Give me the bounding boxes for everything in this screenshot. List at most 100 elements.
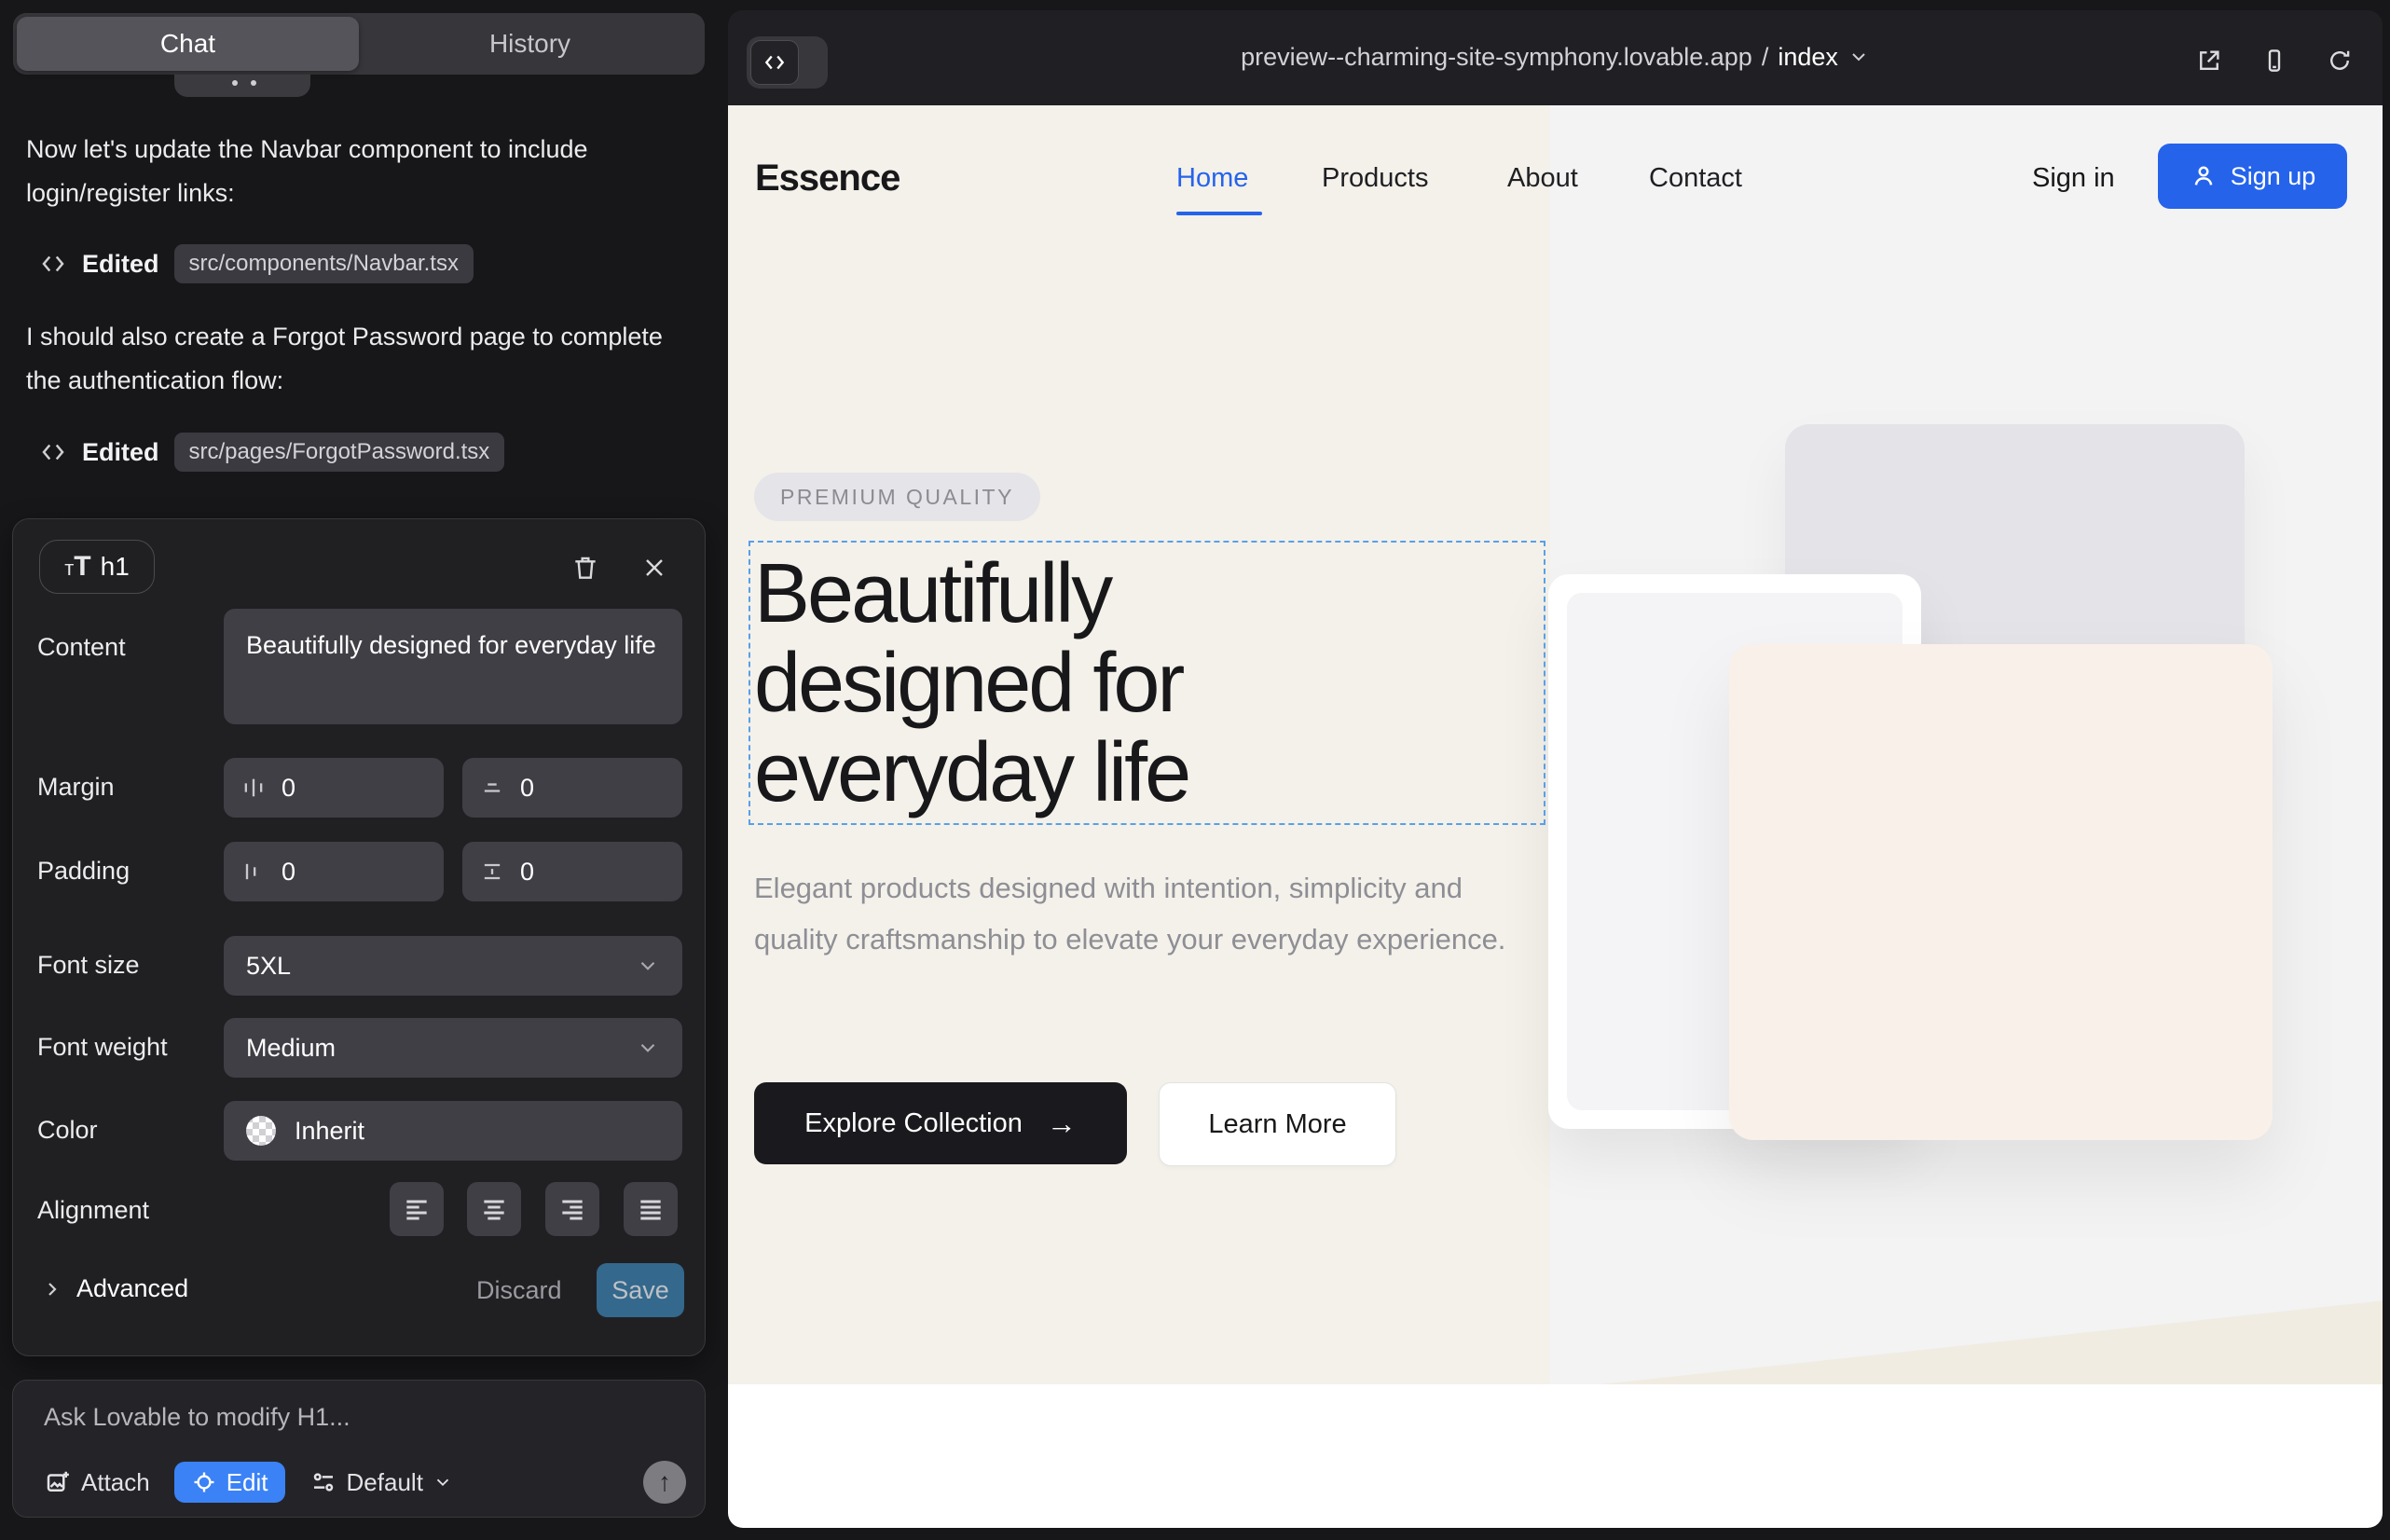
font-weight-label: Font weight (37, 1033, 168, 1062)
margin-vertical-icon (479, 775, 505, 801)
composer-toolbar: Attach Edit Default (44, 1461, 686, 1504)
element-editor-panel: тT h1 Content Beautifully designed for e… (12, 518, 706, 1356)
align-center-icon (479, 1194, 509, 1224)
person-icon (2190, 162, 2218, 190)
edit-label: Edit (227, 1468, 268, 1497)
padding-y-input[interactable]: 0 (462, 842, 682, 901)
premium-quality-badge: PREMIUM QUALITY (754, 473, 1040, 521)
trash-icon (570, 553, 600, 583)
url-separator: / (1762, 43, 1769, 72)
chat-message: I should also create a Forgot Password p… (26, 315, 679, 403)
element-tag-badge: тT h1 (39, 540, 155, 594)
edited-label: Edited (82, 438, 159, 467)
hero-paragraph: Elegant products designed with intention… (754, 862, 1509, 965)
tab-history[interactable]: History (359, 17, 701, 71)
code-toggle-segment[interactable] (750, 40, 799, 85)
color-value: Inherit (295, 1117, 364, 1146)
nav-link-home[interactable]: Home (1176, 163, 1248, 194)
chevron-down-icon (1847, 46, 1870, 68)
color-label: Color (37, 1116, 98, 1145)
composer-input[interactable]: Ask Lovable to modify H1... (44, 1403, 350, 1432)
chevron-down-icon (433, 1472, 453, 1492)
close-icon (639, 553, 669, 583)
edit-mode-button[interactable]: Edit (174, 1462, 285, 1503)
chat-composer[interactable]: Ask Lovable to modify H1... Attach Edit … (12, 1380, 706, 1518)
decorative-card-cream (1729, 644, 2273, 1140)
padding-x-value: 0 (282, 858, 295, 887)
font-weight-value: Medium (246, 1034, 336, 1063)
refresh-button[interactable] (2323, 44, 2356, 77)
chat-message: Now let's update the Navbar component to… (26, 128, 679, 215)
padding-vertical-icon (479, 859, 505, 885)
font-weight-select[interactable]: Medium (224, 1018, 682, 1078)
align-justify-icon (636, 1194, 666, 1224)
nav-link-about[interactable]: About (1507, 163, 1578, 194)
nav-link-contact[interactable]: Contact (1649, 163, 1742, 194)
transparency-swatch-icon (246, 1116, 276, 1146)
open-external-button[interactable] (2192, 44, 2226, 77)
arrow-right-icon: → (1047, 1107, 1077, 1141)
explore-collection-button[interactable]: Explore Collection → (754, 1082, 1127, 1164)
site-logo[interactable]: Essence (755, 158, 900, 199)
margin-x-value: 0 (282, 774, 295, 803)
code-preview-toggle[interactable] (747, 36, 828, 89)
attach-label: Attach (81, 1468, 150, 1497)
padding-horizontal-icon (240, 859, 267, 885)
advanced-toggle[interactable]: Advanced (41, 1274, 188, 1303)
site-preview: Essence Home Products About Contact Sign… (728, 105, 2383, 1528)
margin-x-input[interactable]: 0 (224, 758, 444, 818)
hero-heading[interactable]: Beautifully designed for everyday life (754, 549, 1188, 818)
edited-file-row[interactable]: Edited src/components/Navbar.tsx (39, 244, 474, 283)
chevron-down-icon (636, 954, 660, 978)
file-chip[interactable]: src/components/Navbar.tsx (174, 244, 474, 283)
send-button[interactable]: ↑ (643, 1461, 686, 1504)
delete-element-button[interactable] (565, 547, 606, 588)
align-left-button[interactable] (390, 1182, 444, 1236)
align-justify-button[interactable] (624, 1182, 678, 1236)
external-link-icon (2195, 47, 2223, 75)
explore-collection-label: Explore Collection (804, 1108, 1023, 1139)
chevron-right-icon (41, 1278, 63, 1300)
edited-label: Edited (82, 250, 159, 279)
font-size-label: Font size (37, 951, 140, 980)
tab-chat[interactable]: Chat (17, 17, 359, 71)
learn-more-button[interactable]: Learn More (1159, 1082, 1396, 1166)
hero-heading-line: Beautifully (754, 549, 1188, 639)
color-value-wrap: Inherit (246, 1116, 364, 1146)
default-mode-button[interactable]: Default (309, 1468, 453, 1497)
color-select[interactable]: Inherit (224, 1101, 682, 1161)
dot-icon (251, 80, 256, 86)
content-textarea[interactable]: Beautifully designed for everyday life (224, 609, 682, 724)
code-icon (39, 438, 67, 466)
file-chip[interactable]: src/pages/ForgotPassword.tsx (174, 433, 505, 472)
close-editor-button[interactable] (634, 547, 675, 588)
lovable-app-window: Chat History Now let's update the Navbar… (0, 0, 2390, 1540)
sign-in-link[interactable]: Sign in (2032, 163, 2115, 194)
refresh-icon (2326, 47, 2354, 75)
font-size-value: 5XL (246, 952, 291, 981)
discard-button[interactable]: Discard (476, 1276, 562, 1305)
code-icon (39, 250, 67, 278)
alignment-label: Alignment (37, 1196, 149, 1225)
nav-link-products[interactable]: Products (1322, 163, 1428, 194)
align-center-button[interactable] (467, 1182, 521, 1236)
sign-up-button[interactable]: Sign up (2158, 144, 2347, 209)
padding-label: Padding (37, 857, 130, 886)
url-host: preview--charming-site-symphony.lovable.… (1241, 43, 1752, 72)
mobile-phone-icon (2260, 47, 2288, 75)
chevron-down-icon (636, 1036, 660, 1060)
url-bar[interactable]: preview--charming-site-symphony.lovable.… (728, 10, 2383, 103)
font-size-select[interactable]: 5XL (224, 936, 682, 996)
default-label: Default (347, 1468, 423, 1497)
attach-button[interactable]: Attach (44, 1468, 150, 1497)
save-button[interactable]: Save (597, 1263, 684, 1317)
align-right-button[interactable] (545, 1182, 599, 1236)
text-size-icon: тT (64, 551, 90, 583)
hero-heading-line: everyday life (754, 728, 1188, 818)
nav-active-underline (1176, 212, 1262, 215)
mobile-view-button[interactable] (2258, 44, 2291, 77)
margin-y-input[interactable]: 0 (462, 758, 682, 818)
edited-file-row[interactable]: Edited src/pages/ForgotPassword.tsx (39, 433, 504, 472)
url-page: index (1778, 43, 1838, 72)
padding-x-input[interactable]: 0 (224, 842, 444, 901)
